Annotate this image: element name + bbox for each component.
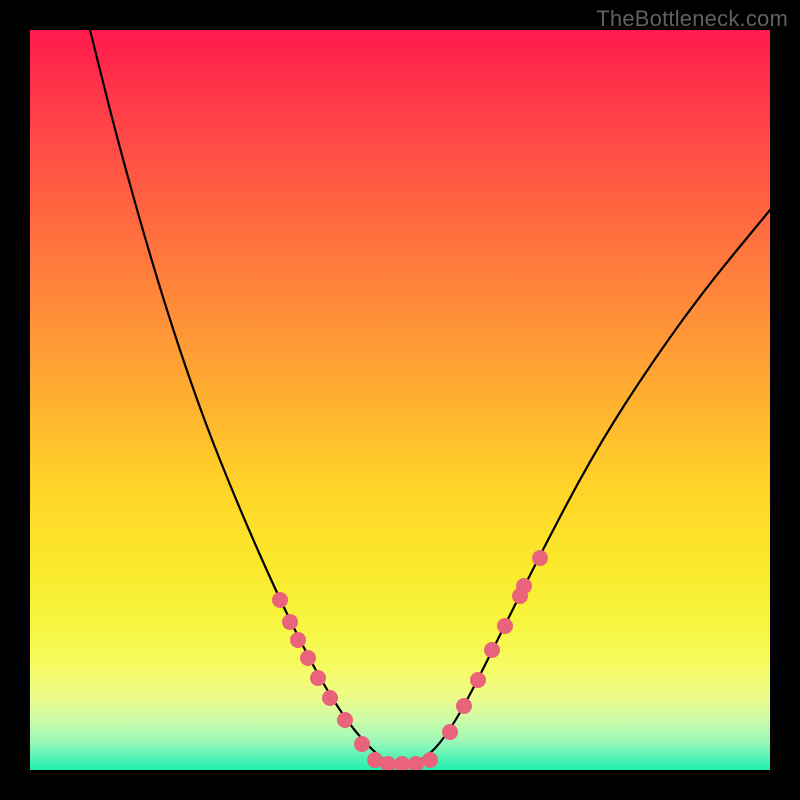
watermark-text: TheBottleneck.com: [596, 6, 788, 32]
data-marker: [354, 736, 370, 752]
data-marker: [497, 618, 513, 634]
data-marker: [532, 550, 548, 566]
bottleneck-curve: [90, 30, 770, 765]
data-marker: [310, 670, 326, 686]
data-marker: [516, 578, 532, 594]
data-markers: [272, 550, 548, 770]
data-marker: [422, 752, 438, 768]
data-marker: [337, 712, 353, 728]
data-marker: [484, 642, 500, 658]
data-marker: [470, 672, 486, 688]
data-marker: [456, 698, 472, 714]
data-marker: [322, 690, 338, 706]
plot-area: [30, 30, 770, 770]
data-marker: [442, 724, 458, 740]
data-marker: [272, 592, 288, 608]
chart-container: TheBottleneck.com: [0, 0, 800, 800]
plot-svg: [30, 30, 770, 770]
data-marker: [290, 632, 306, 648]
data-marker: [394, 756, 410, 770]
data-marker: [300, 650, 316, 666]
data-marker: [282, 614, 298, 630]
